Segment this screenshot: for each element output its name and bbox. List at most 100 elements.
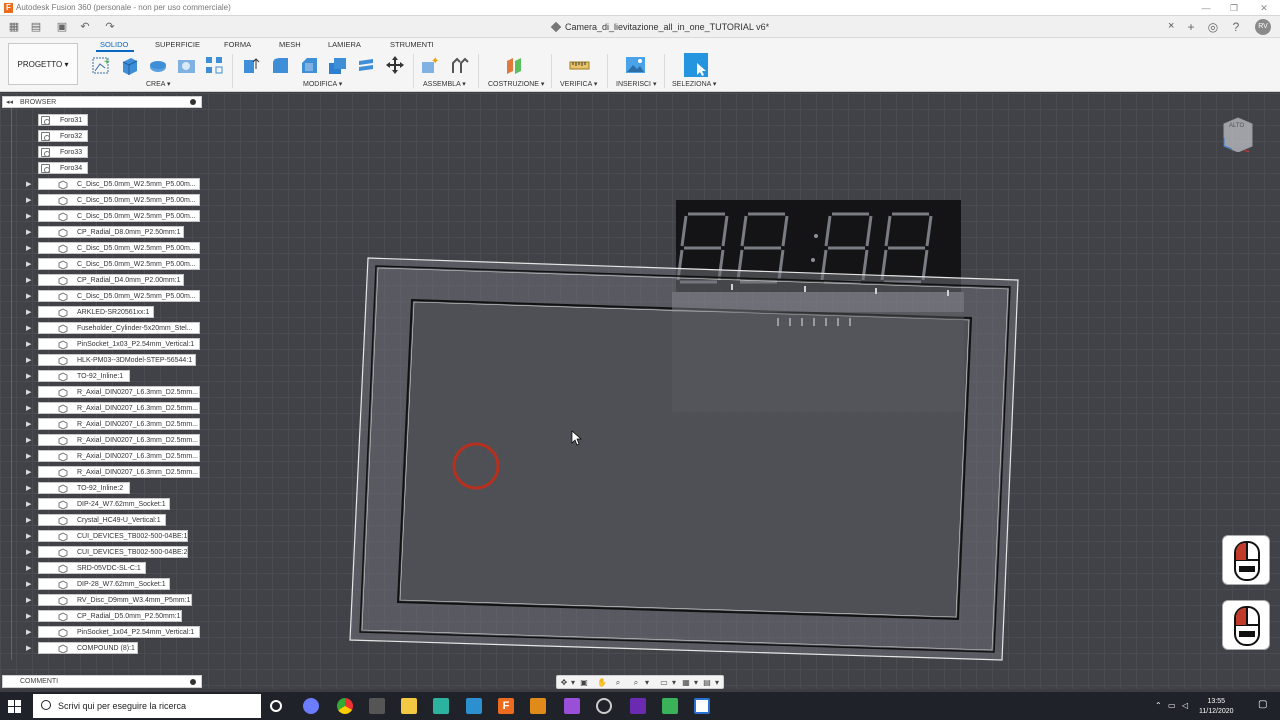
browser-component-item[interactable]: CP_Radial_D5.0mm_P2.50mm:1 bbox=[38, 610, 182, 622]
pattern-icon[interactable] bbox=[204, 55, 225, 76]
revolve-icon[interactable] bbox=[148, 55, 169, 76]
comments-pin-icon[interactable] bbox=[190, 679, 196, 685]
comments-panel-header[interactable]: COMMENTI bbox=[2, 675, 202, 688]
browser-component-item[interactable]: SRD-05VDC-SL-C:1 bbox=[38, 562, 146, 574]
undo-icon[interactable]: ↶ bbox=[79, 21, 91, 33]
combine-icon[interactable] bbox=[356, 55, 377, 76]
fit-dropdown-icon[interactable]: ▾ bbox=[642, 678, 652, 687]
display-settings-icon[interactable]: ▭ bbox=[659, 678, 669, 687]
expand-arrow-icon[interactable]: ▶ bbox=[26, 404, 31, 412]
insert-image-icon[interactable] bbox=[625, 55, 646, 76]
close-document-icon[interactable]: × bbox=[1168, 20, 1174, 32]
extensions-icon[interactable]: ◎ bbox=[1205, 19, 1221, 35]
expand-arrow-icon[interactable]: ▶ bbox=[26, 356, 31, 364]
app-icon-7[interactable] bbox=[630, 698, 646, 714]
expand-arrow-icon[interactable]: ▶ bbox=[26, 180, 31, 188]
group-seleziona[interactable]: SELEZIONA ▾ bbox=[672, 80, 716, 88]
browser-component-item[interactable]: ARKLED-SR20561xx:1 bbox=[38, 306, 154, 318]
browser-component-item[interactable]: R_Axial_DIN0207_L6.3mm_D2.5mm... bbox=[38, 466, 200, 478]
app-icon-4[interactable] bbox=[530, 698, 546, 714]
browser-component-item[interactable]: DIP-28_W7.62mm_Socket:1 bbox=[38, 578, 170, 590]
browser-component-item[interactable]: C_Disc_D5.0mm_W2.5mm_P5.00m... bbox=[38, 210, 200, 222]
move-copy-icon[interactable] bbox=[385, 55, 406, 76]
calculator-icon[interactable] bbox=[369, 698, 385, 714]
app-icon-6[interactable] bbox=[596, 698, 612, 714]
browser-component-item[interactable]: CP_Radial_D4.0mm_P2.00mm:1 bbox=[38, 274, 184, 286]
browser-component-item[interactable]: PinSocket_1x04_P2.54mm_Vertical:1 bbox=[38, 626, 200, 638]
browser-feature-item[interactable]: Foro32 bbox=[38, 130, 88, 142]
group-verifica[interactable]: VERIFICA ▾ bbox=[560, 80, 597, 88]
expand-arrow-icon[interactable]: ▶ bbox=[26, 196, 31, 204]
chamfer-icon[interactable] bbox=[299, 55, 320, 76]
browser-component-item[interactable]: COMPOUND (8):1 bbox=[38, 642, 138, 654]
expand-arrow-icon[interactable]: ▶ bbox=[26, 388, 31, 396]
expand-arrow-icon[interactable]: ▶ bbox=[26, 212, 31, 220]
expand-arrow-icon[interactable]: ▶ bbox=[26, 612, 31, 620]
browser-feature-item[interactable]: Foro31 bbox=[38, 114, 88, 126]
user-avatar[interactable]: RV bbox=[1255, 19, 1271, 35]
offset-plane-icon[interactable] bbox=[504, 55, 525, 76]
expand-arrow-icon[interactable]: ▶ bbox=[26, 436, 31, 444]
tab-lamiera[interactable]: LAMIERA bbox=[328, 40, 361, 49]
browser-panel-header[interactable]: ◂◂ BROWSER bbox=[2, 96, 202, 108]
expand-arrow-icon[interactable]: ▶ bbox=[26, 308, 31, 316]
browser-component-item[interactable]: R_Axial_DIN0207_L6.3mm_D2.5mm... bbox=[38, 402, 200, 414]
browser-component-item[interactable]: C_Disc_D5.0mm_W2.5mm_P5.00m... bbox=[38, 290, 200, 302]
group-modifica[interactable]: MODIFICA ▾ bbox=[303, 80, 342, 88]
expand-arrow-icon[interactable]: ▶ bbox=[26, 452, 31, 460]
view-cube[interactable]: ALTO bbox=[1222, 116, 1254, 152]
redo-icon[interactable]: ↷ bbox=[104, 21, 116, 33]
browser-pin-icon[interactable] bbox=[190, 99, 196, 105]
browser-component-item[interactable]: C_Disc_D5.0mm_W2.5mm_P5.00m... bbox=[38, 178, 200, 190]
save-icon[interactable]: ▣ bbox=[56, 21, 68, 33]
shell-icon[interactable] bbox=[327, 55, 348, 76]
help-icon[interactable]: ? bbox=[1228, 19, 1244, 35]
browser-component-item[interactable]: CUI_DEVICES_TB002-500-04BE:1 bbox=[38, 530, 188, 542]
expand-arrow-icon[interactable]: ▶ bbox=[26, 644, 31, 652]
document-tab[interactable]: Camera_di_lievitazione_all_in_one_TUTORI… bbox=[546, 16, 1186, 38]
expand-arrow-icon[interactable]: ▶ bbox=[26, 228, 31, 236]
expand-arrow-icon[interactable]: ▶ bbox=[26, 340, 31, 348]
browser-component-item[interactable]: R_Axial_DIN0207_L6.3mm_D2.5mm... bbox=[38, 434, 200, 446]
group-assembla[interactable]: ASSEMBLA ▾ bbox=[423, 80, 466, 88]
browser-component-item[interactable]: R_Axial_DIN0207_L6.3mm_D2.5mm... bbox=[38, 450, 200, 462]
volume-icon[interactable]: ◁ bbox=[1182, 701, 1188, 710]
expand-arrow-icon[interactable]: ▶ bbox=[26, 628, 31, 636]
browser-component-item[interactable]: TO-92_Inline:2 bbox=[38, 482, 130, 494]
viewports-dropdown-icon[interactable]: ▾ bbox=[712, 678, 722, 687]
browser-component-item[interactable]: CUI_DEVICES_TB002-500-04BE:2 bbox=[38, 546, 188, 558]
fit-icon[interactable]: ⌕ bbox=[631, 678, 641, 687]
group-inserisci[interactable]: INSERISCI ▾ bbox=[616, 80, 656, 88]
chrome-icon[interactable] bbox=[337, 698, 353, 714]
expand-arrow-icon[interactable]: ▶ bbox=[26, 244, 31, 252]
measure-icon[interactable] bbox=[569, 55, 590, 76]
browser-component-item[interactable]: RV_Disc_D9mm_W3.4mm_P5mm:1 bbox=[38, 594, 192, 606]
data-panel-grid-icon[interactable]: ▦ bbox=[8, 21, 20, 33]
joint-icon[interactable] bbox=[449, 55, 470, 76]
expand-arrow-icon[interactable]: ▶ bbox=[26, 516, 31, 524]
app-icon-9[interactable] bbox=[694, 698, 710, 714]
browser-component-item[interactable]: HLK-PM03--3DModel-STEP-56544:1 bbox=[38, 354, 196, 366]
display-dropdown-icon[interactable]: ▾ bbox=[669, 678, 679, 687]
tab-superficie[interactable]: SUPERFICIE bbox=[155, 40, 200, 49]
expand-arrow-icon[interactable]: ▶ bbox=[26, 532, 31, 540]
browser-feature-item[interactable]: Foro34 bbox=[38, 162, 88, 174]
browser-feature-item[interactable]: Foro33 bbox=[38, 146, 88, 158]
press-pull-icon[interactable] bbox=[241, 55, 262, 76]
browser-component-item[interactable]: R_Axial_DIN0207_L6.3mm_D2.5mm... bbox=[38, 418, 200, 430]
browser-component-item[interactable]: Crystal_HC49-U_Vertical:1 bbox=[38, 514, 166, 526]
browser-component-item[interactable]: TO-92_Inline:1 bbox=[38, 370, 130, 382]
new-component-icon[interactable]: ✦ bbox=[420, 55, 441, 76]
app-icon-2[interactable] bbox=[433, 698, 449, 714]
browser-component-item[interactable]: C_Disc_D5.0mm_W2.5mm_P5.00m... bbox=[38, 242, 200, 254]
taskbar-search-box[interactable]: Scrivi qui per eseguire la ricerca bbox=[33, 694, 261, 718]
expand-arrow-icon[interactable]: ▶ bbox=[26, 548, 31, 556]
app-icon-8[interactable] bbox=[662, 698, 678, 714]
expand-arrow-icon[interactable]: ▶ bbox=[26, 484, 31, 492]
pan-icon[interactable]: ✋ bbox=[597, 678, 607, 687]
notifications-icon[interactable]: ▢ bbox=[1258, 699, 1267, 710]
minimize-icon[interactable]: — bbox=[1196, 1, 1216, 15]
tab-mesh[interactable]: MESH bbox=[279, 40, 301, 49]
browser-component-item[interactable]: DIP-24_W7.62mm_Socket:1 bbox=[38, 498, 170, 510]
hole-icon[interactable] bbox=[176, 55, 197, 76]
